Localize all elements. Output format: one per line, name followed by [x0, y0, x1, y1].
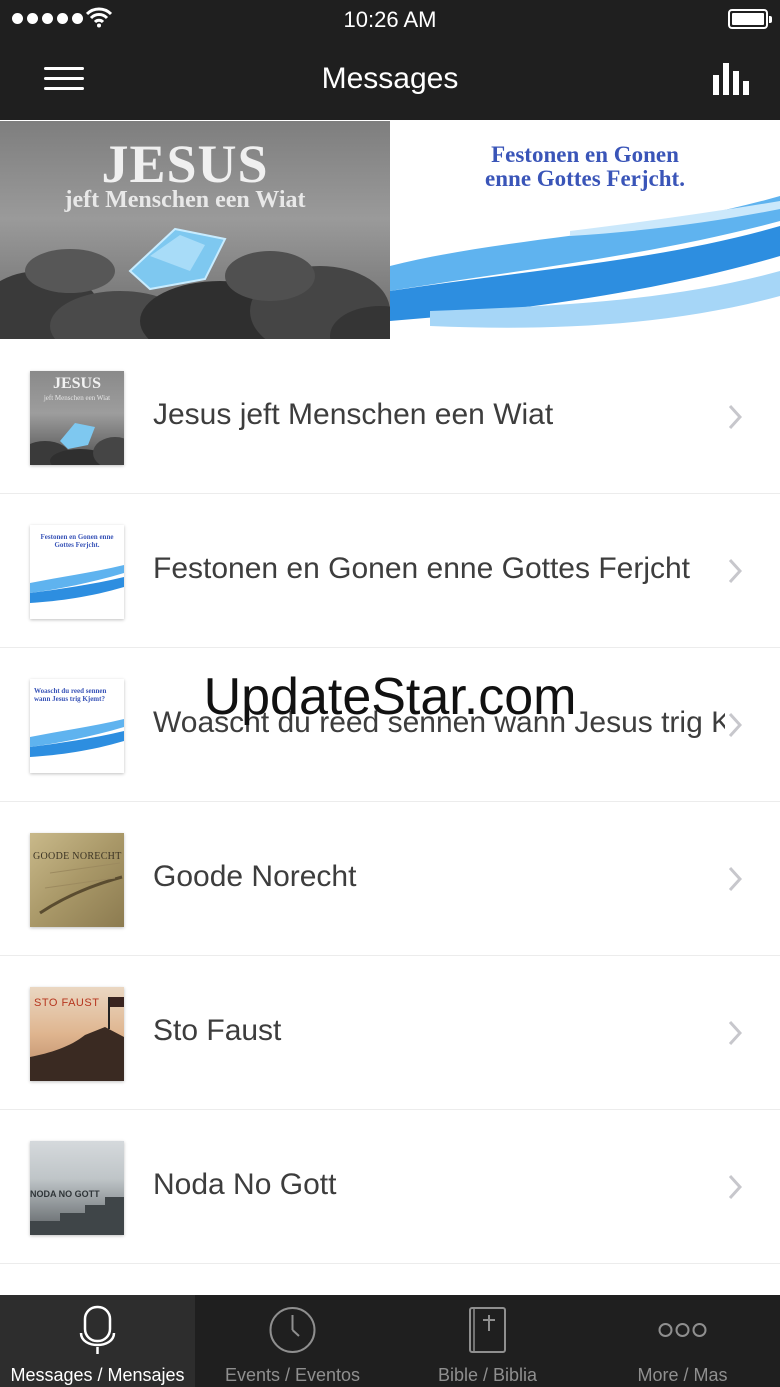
thumbnail-title: NODA NO GOTT	[30, 1189, 100, 1199]
message-title: Festonen en Gonen enne Gottes Ferjcht	[153, 552, 690, 585]
tab-label: Bible / Biblia	[437, 1365, 538, 1385]
chevron-right-icon	[728, 712, 742, 738]
battery-icon	[728, 9, 772, 29]
tab-bible[interactable]: Bible / Biblia	[390, 1295, 585, 1387]
clock-icon	[269, 1307, 316, 1353]
row-divider	[0, 1263, 780, 1264]
banner-jesus-image: JESUS jeft Menschen een Wiat	[0, 121, 390, 339]
bible-icon	[469, 1307, 506, 1353]
message-thumbnail: GOODE NORECHT	[30, 833, 124, 927]
message-title: Noda No Gott	[153, 1168, 337, 1201]
message-title: Goode Norecht	[153, 860, 357, 893]
message-thumbnail: STO FAUST	[30, 987, 124, 1081]
chevron-right-icon	[728, 866, 742, 892]
banner-title: JESUS	[101, 134, 269, 194]
message-title: Sto Faust	[153, 1014, 282, 1047]
blue-wave-image	[390, 196, 780, 328]
tab-label: More / Mas	[637, 1365, 728, 1385]
thumbnail-title: JESUS	[52, 375, 102, 392]
featured-banner[interactable]: JESUS jeft Menschen een Wiat Festonen en…	[0, 121, 780, 339]
status-time: 10:26 AM	[343, 7, 437, 32]
message-thumbnail: NODA NO GOTT	[30, 1141, 124, 1235]
stats-chart-icon[interactable]	[711, 61, 751, 97]
message-thumbnail: Woascht du reed sennen wann Jesus trig K…	[30, 679, 124, 773]
navigation-bar: Messages	[0, 40, 780, 120]
more-dots-icon	[658, 1323, 707, 1337]
message-title: Woascht du reed sennen wann Jesus trig K…	[153, 706, 725, 739]
paper-quill-thumb-image	[39, 862, 123, 915]
thumbnail-title: STO FAUST	[34, 997, 100, 1009]
list-item[interactable]: STO FAUST Sto Faust	[0, 956, 780, 1110]
list-item[interactable]: GOODE NORECHT Goode Norecht	[0, 802, 780, 956]
message-list: JESUS jeft Menschen een Wiat Jesus jeft …	[0, 340, 780, 1295]
blue-wave-thumb-image	[30, 565, 124, 603]
tab-messages[interactable]: Messages / Mensajes	[0, 1295, 195, 1387]
status-bar: 10:26 AM	[0, 0, 780, 40]
message-thumbnail: JESUS jeft Menschen een Wiat	[30, 371, 124, 465]
message-thumbnail: Festonen en Gonen enne Gottes Ferjcht.	[30, 525, 124, 619]
list-item[interactable]: Woascht du reed sennen wann Jesus trig K…	[0, 648, 780, 802]
stairs-thumb-image	[30, 1197, 124, 1235]
page-title: Messages	[321, 62, 459, 95]
list-item[interactable]: Festonen en Gonen enne Gottes Ferjcht. F…	[0, 494, 780, 648]
microphone-icon	[79, 1305, 116, 1354]
blue-wave-thumb-image	[30, 719, 124, 757]
tab-more[interactable]: More / Mas	[585, 1295, 780, 1387]
banner-festonen-image: Festonen en Gonen enne Gottes Ferjcht.	[390, 121, 780, 339]
list-item[interactable]: NODA NO GOTT Noda No Gott	[0, 1110, 780, 1264]
thumbnail-subtitle: jeft Menschen een Wiat	[43, 394, 111, 402]
tab-bar: Messages / Mensajes Events / Eventos Bib…	[0, 1295, 780, 1387]
list-item[interactable]: JESUS jeft Menschen een Wiat Jesus jeft …	[0, 340, 780, 494]
chevron-right-icon	[728, 404, 742, 430]
banner-subtitle: jeft Menschen een Wiat	[64, 187, 306, 213]
message-title: Jesus jeft Menschen een Wiat	[153, 398, 554, 431]
thumbnail-title: GOODE NORECHT	[33, 851, 122, 862]
chevron-right-icon	[728, 558, 742, 584]
tab-events[interactable]: Events / Eventos	[195, 1295, 390, 1387]
tab-label: Messages / Mensajes	[10, 1365, 185, 1385]
chevron-right-icon	[728, 1020, 742, 1046]
chevron-right-icon	[728, 1174, 742, 1200]
tab-label: Events / Eventos	[224, 1365, 361, 1385]
